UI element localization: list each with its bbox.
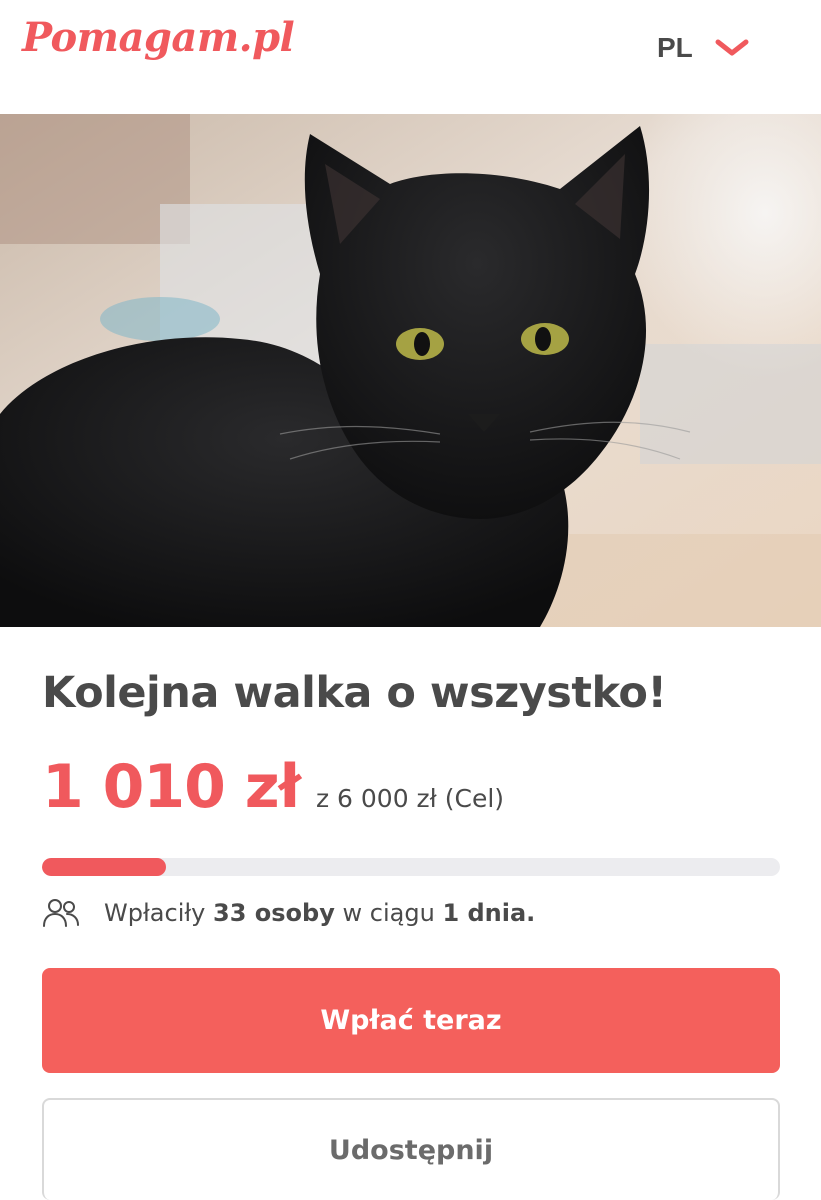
donors-info: Wpłaciły 33 osoby w ciągu 1 dnia. [42, 896, 535, 930]
goal-amount: z 6 000 zł (Cel) [315, 784, 505, 813]
people-icon [43, 899, 79, 927]
amount-row: 1 010 zł z 6 000 zł (Cel) [42, 752, 504, 822]
share-button[interactable]: Udostępnij [42, 1098, 780, 1200]
progress-fill [42, 858, 166, 876]
donors-prefix: Wpłaciły [104, 899, 206, 927]
donate-button-label: Wpłać teraz [320, 1005, 502, 1036]
progress-bar [42, 858, 780, 876]
donate-button[interactable]: Wpłać teraz [42, 968, 780, 1073]
campaign-photo [0, 114, 821, 627]
chevron-down-icon [715, 39, 749, 56]
donors-middle: w ciągu [342, 899, 435, 927]
logo[interactable]: Pomagam.pl [22, 14, 295, 61]
share-button-label: Udostępnij [328, 1134, 494, 1166]
language-selector[interactable]: PL [657, 32, 749, 64]
donors-count: 33 osoby [213, 899, 335, 927]
raised-amount: 1 010 zł [42, 752, 301, 822]
language-label: PL [657, 32, 693, 63]
campaign-title: Kolejna walka o wszystko! [42, 668, 667, 718]
donors-period: 1 dnia. [442, 899, 536, 927]
donors-text: Wpłaciły 33 osoby w ciągu 1 dnia. [104, 899, 535, 927]
top-header: Pomagam.pl PL [0, 0, 821, 114]
